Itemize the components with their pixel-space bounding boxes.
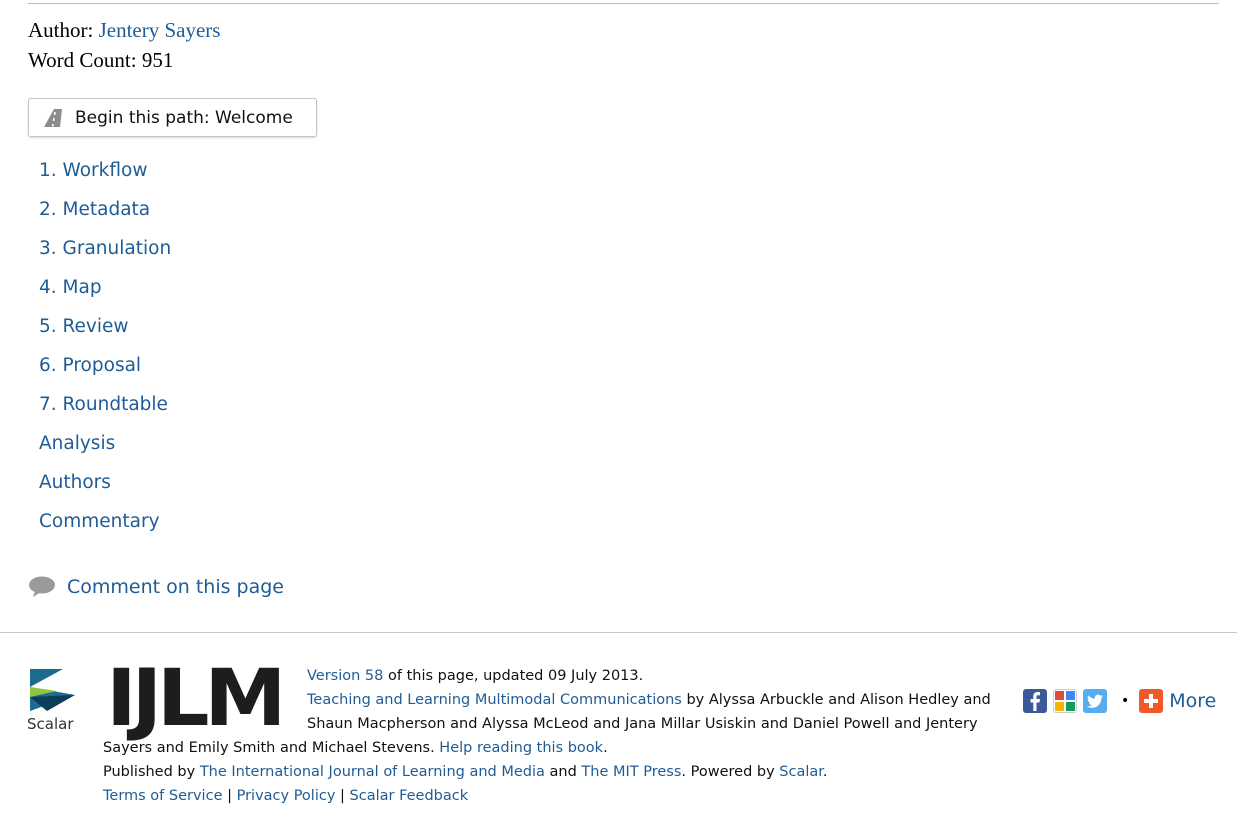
path-item-link[interactable]: 4. Map [39,277,102,298]
mit-press-link[interactable]: The MIT Press [581,764,681,780]
footer-text: Version 58 of this page, updated 09 July… [103,664,1003,808]
comment-on-page[interactable]: Comment on this page [28,576,284,598]
path-item-link[interactable]: 5. Review [39,316,129,337]
path-item-link[interactable]: 2. Metadata [39,199,150,220]
more-share-link[interactable]: More [1169,690,1216,712]
plus-icon[interactable] [1139,689,1164,713]
scalar-link[interactable]: Scalar [779,764,823,780]
path-item-link[interactable]: Commentary [39,511,160,532]
scalar-feedback-link[interactable]: Scalar Feedback [350,788,469,804]
path-item-link[interactable]: 7. Roundtable [39,394,168,415]
facebook-icon[interactable] [1023,689,1047,713]
help-after-text: . [603,740,608,756]
top-divider [28,3,1219,4]
authors-text-1: by Alyssa Arbuckle and Alison Hedley and [681,692,991,708]
path-item[interactable]: Authors [39,468,171,507]
publisher-line: Published by The International Journal o… [103,760,1003,784]
terms-of-service-link[interactable]: Terms of Service [103,788,222,804]
path-item[interactable]: 4. Map [39,273,171,312]
separator: | [335,788,350,804]
path-item[interactable]: 2. Metadata [39,195,171,234]
path-item-link[interactable]: 6. Proposal [39,355,141,376]
privacy-policy-link[interactable]: Privacy Policy [237,788,336,804]
book-line: Teaching and Learning Multimodal Communi… [103,688,1003,712]
road-icon [40,108,66,128]
authors-text-3: Sayers and Emily Smith and Michael Steve… [103,740,440,756]
help-line: Sayers and Emily Smith and Michael Steve… [103,736,1003,760]
begin-path-label: Begin this path: Welcome [75,107,293,128]
version-line: Version 58 of this page, updated 09 July… [103,664,1003,688]
word-count-value: 951 [141,48,174,72]
path-item[interactable]: Analysis [39,429,171,468]
powered-after-text: . [822,764,828,780]
author-row: Author: Jentery Sayers [28,15,220,45]
path-item[interactable]: 6. Proposal [39,351,171,390]
footer-divider [0,632,1237,633]
book-title-link[interactable]: Teaching and Learning Multimodal Communi… [307,692,682,708]
speech-bubble-icon [28,576,56,598]
version-link[interactable]: Version 58 [307,668,383,684]
published-by-text: Published by [103,764,200,780]
path-item[interactable]: Commentary [39,507,171,546]
begin-path-button[interactable]: Begin this path: Welcome [28,98,317,137]
word-count-row: Word Count: 951 [28,45,220,75]
authors-line: Shaun Macpherson and Alyssa McLeod and J… [103,712,1003,736]
authors-text-2: Shaun Macpherson and Alyssa McLeod and J… [307,716,978,732]
path-item-link[interactable]: Authors [39,472,111,493]
social-share: • More [1023,689,1216,713]
path-item-link[interactable]: Analysis [39,433,115,454]
ijlm-publisher-link[interactable]: The International Journal of Learning an… [200,764,545,780]
word-count-label: Word Count: [28,48,137,72]
comment-link[interactable]: Comment on this page [67,576,284,598]
scalar-logo-mark [30,669,75,711]
separator: | [222,788,237,804]
author-label: Author: [28,18,94,42]
help-reading-link[interactable]: Help reading this book [439,740,603,756]
path-item[interactable]: 5. Review [39,312,171,351]
separator-dot: • [1121,693,1130,709]
twitter-icon[interactable] [1083,689,1107,713]
version-text: of this page, updated 09 July 2013. [383,668,644,684]
and-text: and [544,764,582,780]
legal-links: Terms of Service | Privacy Policy | Scal… [103,784,1003,808]
path-item[interactable]: 7. Roundtable [39,390,171,429]
page-meta: Author: Jentery Sayers Word Count: 951 [28,15,220,75]
google-icon[interactable] [1053,689,1077,713]
path-item-link[interactable]: 3. Granulation [39,238,171,259]
powered-by-text: . Powered by [681,764,780,780]
scalar-logo[interactable]: Scalar [27,667,79,737]
scalar-logo-label: Scalar [27,715,74,733]
path-list: 1. Workflow 2. Metadata 3. Granulation 4… [39,156,171,546]
author-link[interactable]: Jentery Sayers [99,18,221,42]
path-item-link[interactable]: 1. Workflow [39,160,147,181]
path-item[interactable]: 3. Granulation [39,234,171,273]
path-item[interactable]: 1. Workflow [39,156,171,195]
